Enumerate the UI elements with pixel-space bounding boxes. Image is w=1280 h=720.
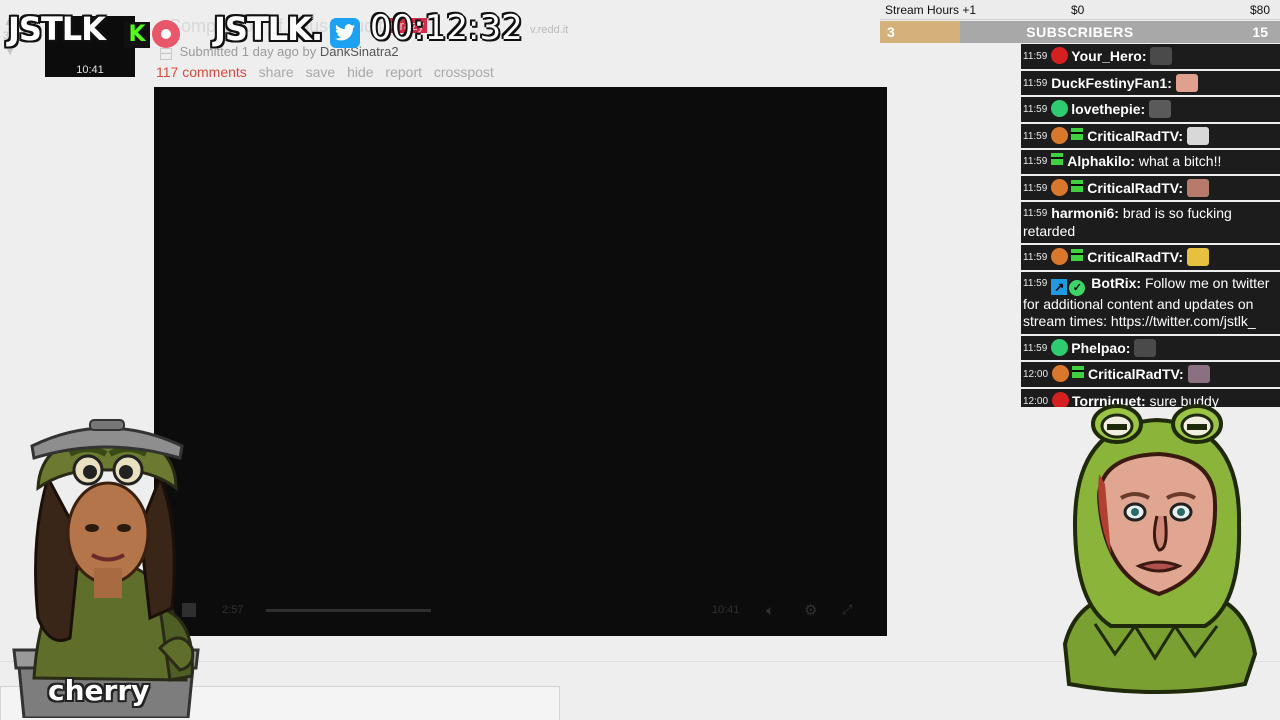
sub-gift-badge-icon [1071, 249, 1084, 261]
cherry-avatar [12, 419, 200, 718]
chat-message: 12:00 CriticalRadTV: [1021, 362, 1280, 387]
chat-emote-icon [1186, 126, 1209, 145]
bot-badge-icon: ↗ [1051, 278, 1068, 295]
record-icon [152, 20, 180, 48]
chat-message: 11:59 Your_Hero: [1021, 44, 1280, 69]
chat-username[interactable]: Phelpao: [1071, 340, 1130, 356]
chat-timestamp: 11:59 [1023, 208, 1048, 219]
kick-logo-icon: K [124, 22, 150, 48]
brand-logo-right: JSTLK. [214, 10, 323, 48]
chat-username[interactable]: CriticalRadTV: [1087, 128, 1183, 144]
chat-text: what a bitch!! [1138, 153, 1222, 169]
subscribers-label: SUBSCRIBERS [1026, 24, 1134, 40]
video-progress-bar[interactable] [266, 609, 431, 612]
chat-username[interactable]: lovethepie: [1071, 101, 1145, 117]
fullscreen-icon[interactable]: ⤢ [842, 602, 852, 618]
chat-timestamp: 11:59 [1023, 252, 1048, 263]
chat-message: 11:59 ↗ ✓ BotRix: Follow me on twitter for … [1021, 271, 1280, 334]
orange-badge-icon [1051, 248, 1069, 265]
orange-badge-icon [1051, 126, 1069, 144]
hide-button[interactable]: hide [347, 64, 373, 80]
green-badge-icon [1051, 100, 1069, 117]
video-controls: 2:57 10:41 🔈︎ ⚙ ⤢ [154, 598, 887, 622]
subscribers-target: 15 [1252, 24, 1268, 40]
chat-message: 11:59 CriticalRadTV: [1021, 123, 1280, 148]
chat-username[interactable]: harmoni6: [1051, 205, 1119, 221]
volume-icon[interactable]: 🔈︎ [766, 602, 774, 619]
chat-timestamp: 11:59 [1023, 156, 1048, 167]
chat-message: 11:59 CriticalRadTV: [1021, 245, 1280, 270]
twitter-bird-icon [330, 18, 360, 48]
chat-emote-icon [1150, 47, 1173, 65]
sub-gift-badge-icon [1071, 127, 1084, 140]
kermit-avatar [1062, 404, 1258, 694]
verified-badge-icon: ✓ [1069, 279, 1086, 296]
chat-message: 11:59 Phelpao: [1021, 335, 1280, 360]
chat-message: 11:59 Alphakilo: what a bitch!! [1021, 150, 1280, 174]
chat-timestamp: 11:59 [1023, 342, 1048, 354]
chat-message: 11:59 lovethepie: [1021, 97, 1280, 122]
chat-username[interactable]: CriticalRadTV: [1087, 249, 1183, 265]
expando-button[interactable]: — [160, 48, 172, 60]
post-action-buttons: 117 comments share save hide report cros… [156, 64, 502, 80]
chat-emote-icon [1149, 100, 1172, 118]
goal-stream-hours: Stream Hours +1 $0 $80 [880, 0, 1280, 20]
chat-username[interactable]: CriticalRadTV: [1088, 366, 1184, 382]
chat-username[interactable]: Alphakilo: [1067, 153, 1135, 169]
chat-emote-icon [1134, 338, 1157, 357]
chat-panel: 11:59 Your_Hero: 11:59 DuckFestinyFan1: 11… [1021, 44, 1280, 407]
post-domain[interactable]: v.redd.it [530, 24, 568, 36]
goal-hours-label: Stream Hours +1 [885, 3, 977, 17]
chat-username[interactable]: CriticalRadTV: [1087, 180, 1183, 196]
chat-emote-icon [1186, 248, 1209, 266]
green-badge-icon [1051, 338, 1069, 356]
save-button[interactable]: save [306, 64, 336, 80]
chat-timestamp: 11:59 [1023, 130, 1048, 142]
orange-badge-icon [1051, 178, 1069, 196]
sub-gift-badge-icon [1051, 153, 1064, 165]
sub-gift-badge-icon [1071, 179, 1084, 192]
chat-timestamp: 11:59 [1023, 104, 1048, 115]
report-button[interactable]: report [385, 64, 422, 80]
chat-timestamp: 11:59 [1023, 77, 1048, 89]
chat-timestamp: 11:59 [1023, 182, 1048, 194]
chat-emote-icon [1186, 178, 1209, 197]
comments-link[interactable]: 117 comments [156, 64, 247, 80]
goal-hours-end: $80 [1249, 3, 1270, 17]
chat-username[interactable]: BotRix: [1091, 275, 1141, 291]
thumbnail-duration: 10:41 [76, 64, 104, 76]
stream-timer: 00:12:32 [370, 8, 523, 48]
crosspost-button[interactable]: crosspost [434, 64, 494, 80]
goal-hours-start: $0 [1071, 3, 1085, 17]
red-badge-icon [1051, 47, 1069, 64]
chat-timestamp: 11:59 [1023, 51, 1048, 62]
chat-emote-icon [1187, 365, 1210, 383]
video-duration: 10:41 [712, 604, 740, 616]
chat-timestamp: 12:00 [1023, 369, 1049, 380]
chat-message: 11:59 CriticalRadTV: [1021, 175, 1280, 200]
chat-username[interactable]: Your_Hero: [1071, 48, 1146, 64]
share-button[interactable]: share [259, 64, 294, 80]
chat-emote-icon [1175, 73, 1198, 92]
orange-badge-icon [1052, 365, 1070, 382]
settings-gear-icon[interactable]: ⚙ [804, 601, 817, 619]
video-current-time: 2:57 [222, 604, 244, 616]
chat-timestamp: 11:59 [1023, 277, 1048, 289]
chat-username[interactable]: DuckFestinyFan1: [1051, 75, 1172, 91]
goal-subscribers: 3 SUBSCRIBERS 15 [880, 21, 1280, 43]
brand-logo-left: JSTLK [8, 10, 106, 48]
chat-message: 11:59 harmoni6: brad is so fucking retard… [1021, 202, 1280, 243]
chat-message: 11:59 DuckFestinyFan1: [1021, 70, 1280, 95]
chat-timestamp: 12:00 [1023, 395, 1049, 407]
left-avatar-name: cherry [48, 674, 150, 707]
video-player[interactable]: 2:57 10:41 🔈︎ ⚙ ⤢ [154, 87, 887, 636]
sub-gift-badge-icon [1072, 366, 1085, 378]
